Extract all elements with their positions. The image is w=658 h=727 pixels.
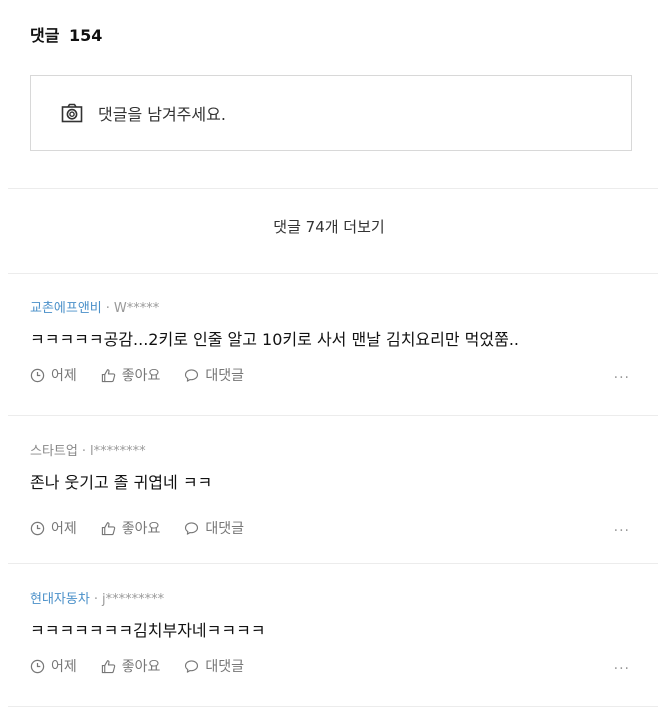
divider [8, 563, 658, 564]
like-button[interactable]: 좋아요 [101, 518, 161, 538]
divider [8, 188, 658, 189]
like-label: 좋아요 [121, 521, 161, 537]
divider [8, 273, 658, 274]
comment-company[interactable]: 교촌에프앤비 [30, 301, 102, 316]
comment-time: 어제 [30, 365, 77, 385]
comment-company[interactable]: 스타트업 [30, 444, 78, 459]
comment-input[interactable]: 댓글을 남겨주세요. [30, 75, 632, 151]
comment-actions: 어제 좋아요 대댓글 ... [30, 655, 630, 677]
comment-meta: 스타트업 · l******** [30, 444, 146, 459]
comment-item: 교촌에프앤비 · W***** ㅋㅋㅋㅋㅋ공감...2키로 인줄 알고 10키로 사… [30, 297, 630, 386]
clock-icon [30, 368, 45, 382]
comment-actions: 어제 좋아요 대댓글 ... [30, 364, 630, 386]
comment-time: 어제 [30, 518, 77, 538]
reply-button[interactable]: 대댓글 [184, 365, 244, 385]
comment-meta: 교촌에프앤비 · W***** [30, 301, 160, 316]
comment-author: l******** [89, 444, 146, 459]
speech-bubble-icon [185, 521, 199, 535]
comment-time: 어제 [30, 656, 77, 676]
comment-text: ㅋㅋㅋㅋㅋ공감...2키로 인줄 알고 10키로 사서 맨날 김치요리만 먹었쭘… [30, 330, 520, 349]
clock-icon [30, 521, 45, 535]
like-button[interactable]: 좋아요 [101, 656, 161, 676]
comment-author: j********* [101, 592, 165, 607]
reply-label: 대댓글 [205, 659, 245, 675]
comment-time-label: 어제 [51, 368, 77, 384]
comment-company[interactable]: 현대자동차 [30, 592, 90, 607]
comments-header: 댓글 154 [30, 22, 102, 46]
speech-bubble-icon [185, 659, 199, 673]
thumbs-up-icon [101, 659, 115, 673]
camera-icon[interactable] [60, 101, 84, 125]
speech-bubble-icon [185, 368, 199, 382]
clock-icon [30, 659, 45, 673]
reply-button[interactable]: 대댓글 [184, 518, 244, 538]
like-button[interactable]: 좋아요 [101, 365, 161, 385]
comment-time-label: 어제 [51, 521, 77, 537]
thumbs-up-icon [101, 521, 115, 535]
comment-input-placeholder: 댓글을 남겨주세요. [98, 105, 226, 124]
more-options-button[interactable]: ... [614, 366, 630, 382]
comment-text: 존나 웃기고 졸 귀엽네 ㅋㅋ [30, 473, 213, 492]
like-label: 좋아요 [121, 368, 161, 384]
reply-button[interactable]: 대댓글 [184, 656, 244, 676]
comment-time-label: 어제 [51, 659, 77, 675]
more-comments-link[interactable]: 댓글 74개 더보기 [0, 216, 658, 237]
thumbs-up-icon [101, 368, 115, 382]
reply-label: 대댓글 [205, 368, 245, 384]
reply-label: 대댓글 [205, 521, 245, 537]
comments-title: 댓글 [30, 26, 60, 45]
comment-item: 현대자동차 · j********* ㅋㅋㅋㅋㅋㅋㅋ김치부자네ㅋㅋㅋㅋ 어제 좋아요… [30, 588, 630, 677]
comments-count: 154 [69, 26, 103, 45]
divider [8, 706, 658, 707]
comment-item: 스타트업 · l******** 존나 웃기고 졸 귀엽네 ㅋㅋ 어제 좋아요 대댓… [30, 440, 630, 539]
comment-text: ㅋㅋㅋㅋㅋㅋㅋ김치부자네ㅋㅋㅋㅋ [30, 621, 266, 640]
comment-author: W***** [113, 301, 160, 316]
like-label: 좋아요 [121, 659, 161, 675]
divider [8, 415, 658, 416]
more-options-button[interactable]: ... [614, 519, 630, 535]
more-options-button[interactable]: ... [614, 657, 630, 673]
comment-actions: 어제 좋아요 대댓글 ... [30, 517, 630, 539]
comment-meta: 현대자동차 · j********* [30, 592, 165, 607]
